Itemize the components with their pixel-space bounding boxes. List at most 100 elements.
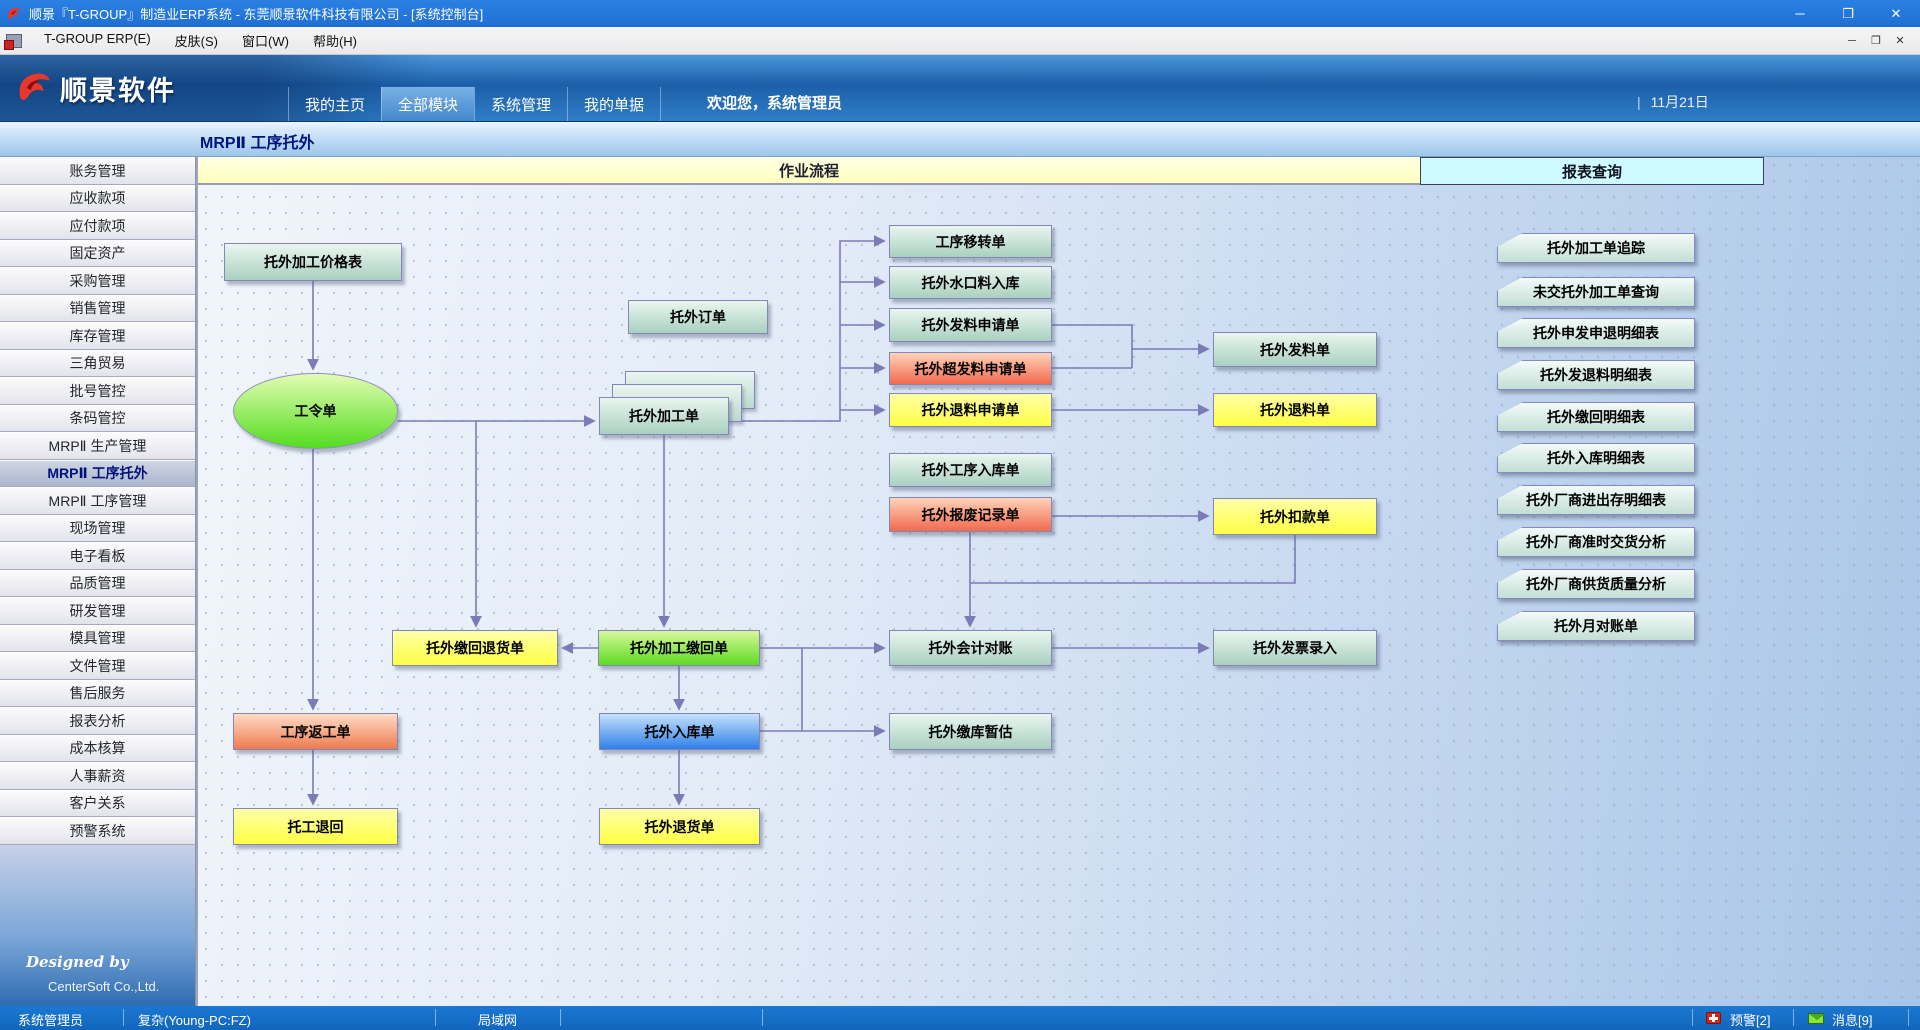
report-button[interactable]: 托外月对账单 xyxy=(1497,611,1695,641)
sidebar-item[interactable]: 报表分析 xyxy=(0,707,195,735)
nav-tab[interactable]: 我的主页 xyxy=(288,87,381,121)
report-query-header: 报表查询 xyxy=(1420,157,1764,185)
date-text: 11月21日 xyxy=(1651,94,1709,110)
sidebar-item[interactable]: 应付款项 xyxy=(0,212,195,240)
report-button-wrap: 托外厂商供货质量分析 xyxy=(1497,569,1695,599)
flow-node-sprue-in[interactable]: 托外水口料入库 xyxy=(889,266,1052,299)
message-envelope-icon[interactable] xyxy=(1808,1013,1824,1024)
sidebar-item[interactable]: 电子看板 xyxy=(0,542,195,570)
close-icon[interactable]: ✕ xyxy=(1872,0,1920,27)
flow-node-proc-stock-in[interactable]: 托外工序入库单 xyxy=(889,453,1052,487)
flow-node-issue-note[interactable]: 托外发料单 xyxy=(1213,332,1377,367)
status-item: 系统管理员 xyxy=(18,1010,83,1029)
nav-tab[interactable]: 我的单据 xyxy=(567,87,661,121)
sidebar-item[interactable]: 文件管理 xyxy=(0,652,195,680)
sidebar-item[interactable]: 研发管理 xyxy=(0,597,195,625)
report-button[interactable]: 托外发退料明细表 xyxy=(1497,360,1695,390)
sidebar-item[interactable]: MRPⅡ 工序托外 xyxy=(0,460,195,488)
nav-tabstrip: 我的主页全部模块系统管理我的单据 xyxy=(288,87,661,121)
sidebar-item[interactable]: 条码管控 xyxy=(0,405,195,433)
date-separator: | xyxy=(1637,94,1641,110)
menu-item[interactable]: 帮助(H) xyxy=(301,31,369,50)
report-button[interactable]: 托外申发申退明细表 xyxy=(1497,318,1695,348)
sidebar-item[interactable]: 账务管理 xyxy=(0,157,195,185)
sidebar-item[interactable]: 应收款项 xyxy=(0,185,195,213)
menu-item[interactable]: T-GROUP ERP(E) xyxy=(32,31,163,46)
flow-node-goods-return[interactable]: 托外退货单 xyxy=(599,808,760,845)
breadcrumb-band: MRPⅡ 工序托外 xyxy=(0,122,1920,157)
mdi-restore-icon[interactable]: ❐ xyxy=(1864,31,1888,51)
flow-node-stock-estimate[interactable]: 托外缴库暂估 xyxy=(889,713,1052,750)
designed-by-text: Designed by xyxy=(26,953,195,971)
sidebar-item[interactable]: 现场管理 xyxy=(0,515,195,543)
maximize-icon[interactable]: ❐ xyxy=(1824,0,1872,27)
mdi-minimize-icon[interactable]: ─ xyxy=(1840,31,1864,51)
welcome-text: 欢迎您，系统管理员 xyxy=(707,92,842,113)
flow-node-work-return[interactable]: 托工退回 xyxy=(233,808,398,845)
sidebar-item[interactable]: 成本核算 xyxy=(0,735,195,763)
sidebar-item[interactable]: 预警系统 xyxy=(0,817,195,845)
status-separator xyxy=(1908,1009,1909,1026)
sidebar-item[interactable]: 采购管理 xyxy=(0,267,195,295)
flow-node-issue-request[interactable]: 托外发料申请单 xyxy=(889,308,1052,342)
status-item: 局域网 xyxy=(478,1010,517,1029)
flow-node-deduction-note[interactable]: 托外扣款单 xyxy=(1213,498,1377,535)
flow-node-process-submit[interactable]: 托外加工缴回单 xyxy=(598,630,760,666)
flow-node-return-request[interactable]: 托外退料申请单 xyxy=(889,393,1052,427)
flow-node-transfer[interactable]: 工序移转单 xyxy=(889,225,1052,258)
menu-bar: T-GROUP ERP(E)皮肤(S)窗口(W)帮助(H) ─ ❐ ✕ xyxy=(0,27,1920,55)
sidebar-item[interactable]: 库存管理 xyxy=(0,322,195,350)
flow-node-invoice-entry[interactable]: 托外发票录入 xyxy=(1213,630,1377,666)
page-title: MRPⅡ 工序托外 xyxy=(200,129,315,153)
alert-icon[interactable] xyxy=(1706,1012,1721,1024)
menu-item[interactable]: 窗口(W) xyxy=(230,31,301,50)
report-button-wrap: 托外入库明细表 xyxy=(1497,443,1695,473)
sidebar-item[interactable]: 品质管理 xyxy=(0,570,195,598)
report-button[interactable]: 托外厂商进出存明细表 xyxy=(1497,485,1695,515)
flow-node-stock-in[interactable]: 托外入库单 xyxy=(599,713,760,750)
report-button[interactable]: 托外厂商供货质量分析 xyxy=(1497,569,1695,599)
mdi-close-icon[interactable]: ✕ xyxy=(1888,31,1912,51)
report-button[interactable]: 托外加工单追踪 xyxy=(1497,233,1695,263)
brand-name: 顺景软件 xyxy=(60,69,176,108)
status-separator xyxy=(123,1009,124,1026)
window-title: 顺景『T-GROUP』制造业ERP系统 - 东莞顺景软件科技有限公司 - [系统… xyxy=(29,4,483,23)
sidebar-item[interactable]: 模具管理 xyxy=(0,625,195,653)
sidebar-item-list: 账务管理应收款项应付款项固定资产采购管理销售管理库存管理三角贸易批号管控条码管控… xyxy=(0,157,195,845)
flow-node-work-order[interactable]: 工令单 xyxy=(233,373,398,449)
flow-node-outsource-order[interactable]: 托外订单 xyxy=(628,300,768,334)
report-button[interactable]: 未交托外加工单查询 xyxy=(1497,277,1695,307)
menu-item[interactable]: 皮肤(S) xyxy=(163,31,230,50)
sidebar-item[interactable]: 客户关系 xyxy=(0,790,195,818)
sidebar-item[interactable]: 批号管控 xyxy=(0,377,195,405)
sidebar-item[interactable]: 固定资产 xyxy=(0,240,195,268)
brand-logo: 顺景软件 xyxy=(12,67,176,109)
sidebar-item[interactable]: MRPⅡ 工序管理 xyxy=(0,487,195,515)
sidebar-item[interactable]: 销售管理 xyxy=(0,295,195,323)
flow-node-return-note[interactable]: 托外退料单 xyxy=(1213,393,1377,427)
sidebar-item[interactable]: 三角贸易 xyxy=(0,350,195,378)
sidebar-item[interactable]: 人事薪资 xyxy=(0,762,195,790)
report-button-wrap: 托外申发申退明细表 xyxy=(1497,318,1695,348)
flow-node-rework-order[interactable]: 工序返工单 xyxy=(233,713,398,750)
messages-status[interactable]: 消息[9] xyxy=(1832,1010,1872,1029)
minimize-icon[interactable]: ─ xyxy=(1776,0,1824,27)
menu-items: T-GROUP ERP(E)皮肤(S)窗口(W)帮助(H) xyxy=(32,31,369,50)
sidebar: 账务管理应收款项应付款项固定资产采购管理销售管理库存管理三角贸易批号管控条码管控… xyxy=(0,157,196,1006)
report-button[interactable]: 托外缴回明细表 xyxy=(1497,402,1695,432)
sidebar-item[interactable]: 售后服务 xyxy=(0,680,195,708)
centersoft-text: CenterSoft Co.,Ltd. xyxy=(48,979,195,994)
report-button[interactable]: 托外入库明细表 xyxy=(1497,443,1695,473)
nav-tab[interactable]: 全部模块 xyxy=(381,87,474,121)
report-button-wrap: 托外月对账单 xyxy=(1497,611,1695,641)
flow-node-price-list[interactable]: 托外加工价格表 xyxy=(224,243,402,281)
alerts-status[interactable]: 预警[2] xyxy=(1730,1010,1770,1029)
flow-node-overissue-req[interactable]: 托外超发料申请单 xyxy=(889,352,1052,385)
report-button[interactable]: 托外厂商准时交货分析 xyxy=(1497,527,1695,557)
nav-tab[interactable]: 系统管理 xyxy=(474,87,567,121)
flow-node-submit-return[interactable]: 托外缴回退货单 xyxy=(392,630,558,666)
sidebar-item[interactable]: MRPⅡ 生产管理 xyxy=(0,432,195,460)
flow-node-process-order[interactable]: 托外加工单 xyxy=(599,397,729,435)
flow-node-acct-reconcile[interactable]: 托外会计对账 xyxy=(889,630,1052,666)
flow-node-scrap-record[interactable]: 托外报废记录单 xyxy=(889,497,1052,532)
